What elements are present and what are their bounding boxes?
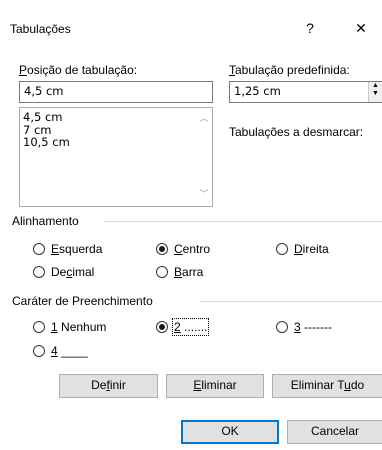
list-scrollbar[interactable]: ︿ ﹀ [196,108,212,206]
align-center-label: entro [182,242,211,256]
radio-icon[interactable] [33,345,45,357]
align-center-radio[interactable]: Centro [156,242,210,256]
set-button[interactable]: Definir [59,374,158,398]
align-bar-radio[interactable]: Barra [156,265,203,279]
list-item[interactable]: 4,5 cm [20,111,212,124]
tab-position-label-text: osição de tabulação: [27,63,138,77]
radio-icon[interactable] [156,266,168,278]
spin-control[interactable]: ▲ ▼ [368,82,382,102]
leader-underline-radio[interactable]: 4 ____ [33,344,88,358]
tab-position-input[interactable]: 4,5 cm [19,81,213,103]
spin-up-icon[interactable]: ▲ [369,82,382,90]
leader-underline-label: ____ [57,344,88,358]
radio-checked-icon[interactable] [156,321,168,333]
chevron-down-icon[interactable]: ﹀ [196,188,212,202]
radio-checked-icon[interactable] [156,243,168,255]
default-stops-label-text: abulação predefinida: [235,63,350,77]
default-stops-label: Tabulação predefinida: [229,63,350,77]
leader-legend: Caráter de Preenchimento [12,294,153,308]
leader-dashes-label: ------- [300,320,332,334]
radio-icon[interactable] [276,321,288,333]
leader-dots-radio[interactable]: 2 ....... [156,318,210,336]
tab-position-list[interactable]: 4,5 cm 7 cm 10,5 cm ︿ ﹀ [19,107,213,207]
align-right-radio[interactable]: Direita [276,242,329,256]
align-right-label: ireita [302,242,329,256]
clear-all-label-a: Eliminar T [290,378,345,392]
leader-none-radio[interactable]: 1 Nenhum [33,320,106,334]
default-stops-input[interactable]: 1,25 cm [229,81,382,103]
align-left-label: squerda [59,242,103,256]
clear-button[interactable]: Eliminar [166,374,264,398]
default-stops-value: 1,25 cm [234,84,281,98]
list-item[interactable]: 10,5 cm [20,136,212,149]
clear-all-button[interactable]: Eliminar Tudo [272,374,382,398]
clear-label-text: liminar [201,378,237,392]
align-bar-label: arra [182,265,204,279]
leader-dots-label: ....... [180,320,208,334]
align-decimal-label-b: imal [72,265,95,279]
radio-icon[interactable] [33,266,45,278]
ok-button[interactable]: OK [181,420,279,444]
alignment-legend: Alinhamento [12,214,79,228]
leader-dashes-radio[interactable]: 3 ------- [276,320,332,334]
clear-all-label-b: do [350,378,365,392]
set-label-b: inir [109,378,126,392]
align-left-radio[interactable]: Esquerda [33,242,102,256]
leader-none-label: Nenhum [57,320,107,334]
help-button[interactable]: ? [295,14,325,42]
cancel-button[interactable]: Cancelar [287,420,382,444]
spin-down-icon[interactable]: ▼ [369,90,382,98]
radio-icon[interactable] [33,321,45,333]
alignment-divider [104,221,382,222]
radio-icon[interactable] [33,243,45,255]
tab-position-label: Posição de tabulação: [19,63,138,77]
radio-icon[interactable] [276,243,288,255]
chevron-up-icon[interactable]: ︿ [196,112,212,126]
set-label-a: De [91,378,107,392]
close-button[interactable]: ✕ [346,14,376,42]
align-decimal-radio[interactable]: Decimal [33,265,94,279]
dialog-title: Tabulações [10,22,71,36]
leader-divider [200,301,382,302]
align-decimal-label-a: De [51,265,67,279]
clear-label: Tabulações a desmarcar: [229,125,364,139]
